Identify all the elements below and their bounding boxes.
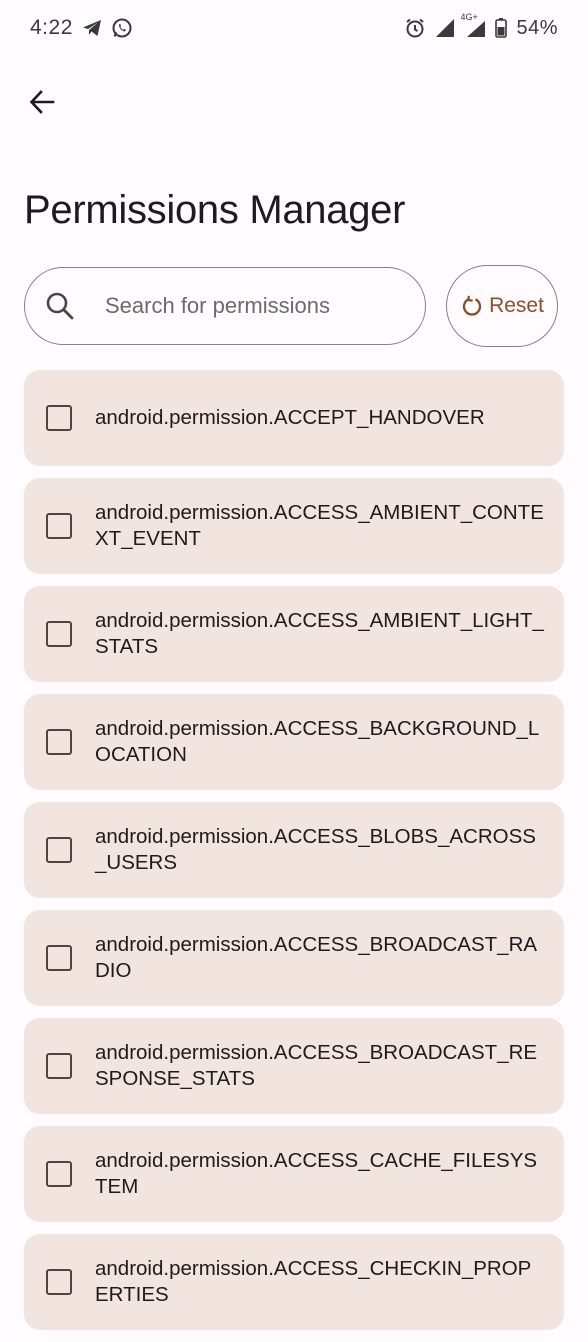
permission-item[interactable]: android.permission.ACCESS_CACHE_FILESYST… — [24, 1126, 564, 1222]
permission-checkbox[interactable] — [46, 729, 72, 755]
permission-label: android.permission.ACCEPT_HANDOVER — [95, 406, 485, 429]
status-bar: 4:22 4G+ 54% — [0, 0, 588, 56]
battery-percent: 54% — [516, 16, 558, 39]
whatsapp-icon — [111, 17, 133, 39]
signal-icon — [435, 18, 455, 38]
back-button[interactable] — [22, 80, 62, 124]
telegram-icon — [82, 19, 102, 37]
reset-label: Reset — [489, 294, 544, 317]
permission-checkbox[interactable] — [46, 621, 72, 647]
search-box[interactable] — [24, 267, 426, 345]
permission-label: android.permission.ACCESS_AMBIENT_LIGHT_… — [95, 609, 544, 658]
permission-label: android.permission.ACCESS_CACHE_FILESYST… — [95, 1149, 538, 1198]
permission-checkbox[interactable] — [46, 1053, 72, 1079]
battery-icon — [495, 18, 508, 38]
search-row: Reset — [24, 265, 558, 347]
permission-item[interactable]: android.permission.ACCESS_BLOBS_ACROSS_U… — [24, 802, 564, 898]
permission-item[interactable]: android.permission.ACCESS_AMBIENT_CONTEX… — [24, 478, 564, 574]
signal-4g-icon: 4G+ — [460, 12, 486, 38]
permission-item[interactable]: android.permission.ACCEPT_HANDOVER — [24, 370, 564, 466]
permission-checkbox[interactable] — [46, 1269, 72, 1295]
search-icon — [46, 292, 74, 320]
alarm-icon — [404, 17, 426, 39]
permission-item[interactable]: android.permission.ACCESS_BROADCAST_RADI… — [24, 910, 564, 1006]
reset-icon — [462, 295, 482, 316]
permission-label: android.permission.ACCESS_BROADCAST_RESP… — [95, 1041, 538, 1090]
permission-checkbox[interactable] — [46, 513, 72, 539]
network-type-label: 4G+ — [460, 12, 478, 22]
arrow-back-icon — [29, 90, 55, 114]
status-right: 4G+ 54% — [404, 12, 558, 40]
permission-label: android.permission.ACCESS_AMBIENT_CONTEX… — [95, 501, 544, 550]
permission-checkbox[interactable] — [46, 837, 72, 863]
permission-label: android.permission.ACCESS_BROADCAST_RADI… — [95, 933, 538, 982]
permission-item[interactable]: android.permission.ACCESS_CHECKIN_PROPER… — [24, 1234, 564, 1330]
permission-item[interactable]: android.permission.ACCESS_AMBIENT_LIGHT_… — [24, 586, 564, 682]
permissions-list: android.permission.ACCEPT_HANDOVER andro… — [24, 370, 564, 1342]
status-left: 4:22 — [30, 16, 133, 40]
permission-item[interactable]: android.permission.ACCESS_BACKGROUND_LOC… — [24, 694, 564, 790]
permission-label: android.permission.ACCESS_CHECKIN_PROPER… — [95, 1257, 532, 1306]
permission-item[interactable]: android.permission.ACCESS_BROADCAST_RESP… — [24, 1018, 564, 1114]
permission-label: android.permission.ACCESS_BLOBS_ACROSS_U… — [95, 825, 536, 874]
permission-label: android.permission.ACCESS_BACKGROUND_LOC… — [95, 717, 540, 766]
permission-checkbox[interactable] — [46, 945, 72, 971]
status-time: 4:22 — [30, 16, 73, 39]
permission-checkbox[interactable] — [46, 405, 72, 431]
page-title: Permissions Manager — [24, 188, 406, 232]
search-input[interactable] — [103, 292, 397, 320]
permission-checkbox[interactable] — [46, 1161, 72, 1187]
reset-button[interactable]: Reset — [446, 265, 558, 347]
